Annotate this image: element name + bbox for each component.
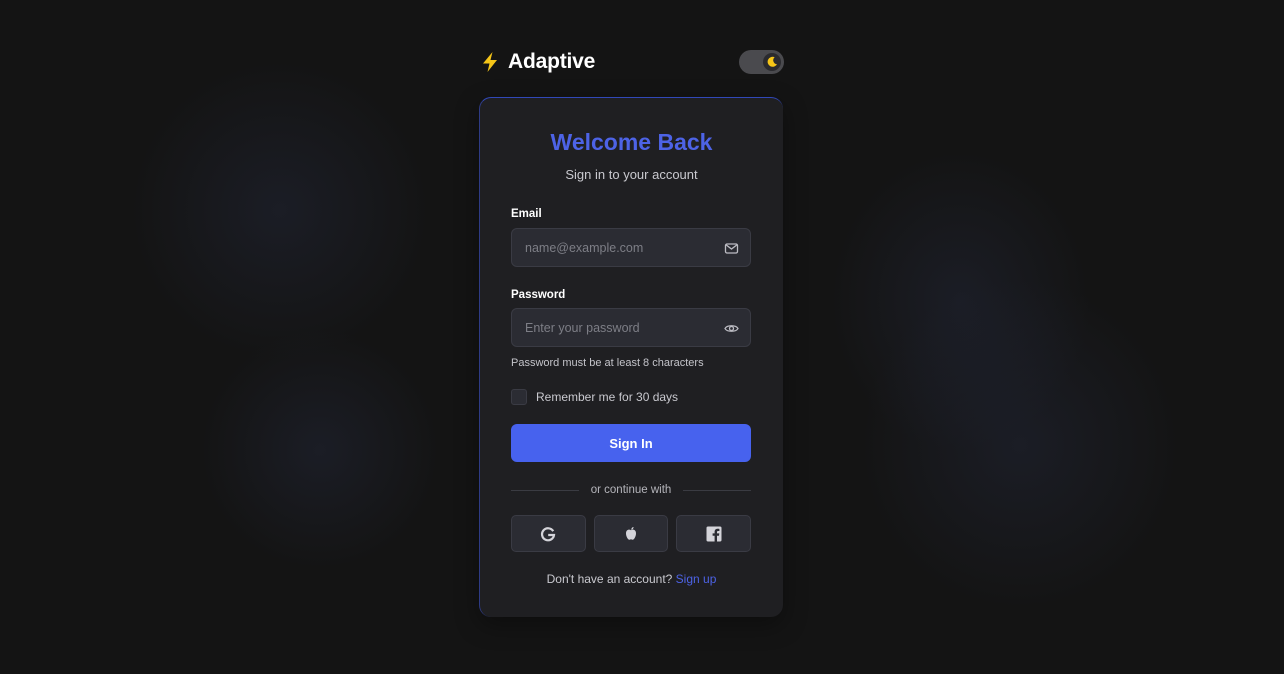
background-glow xyxy=(130,60,430,360)
brand: Adaptive xyxy=(480,50,595,74)
divider-text: or continue with xyxy=(590,484,672,496)
password-field[interactable] xyxy=(512,309,750,346)
page-title: Welcome Back xyxy=(550,129,713,155)
eye-icon[interactable] xyxy=(724,321,739,336)
brand-name: Adaptive xyxy=(508,50,596,73)
background-glow xyxy=(860,280,1180,610)
sign-up-link[interactable]: Sign up xyxy=(676,572,717,586)
password-label: Password xyxy=(511,289,566,301)
mail-icon xyxy=(724,243,739,254)
apple-icon xyxy=(626,527,636,540)
divider-line xyxy=(683,489,752,491)
facebook-login-button[interactable] xyxy=(676,515,752,552)
email-field-wrapper xyxy=(511,228,751,267)
password-hint: Password must be at least 8 characters xyxy=(511,357,704,369)
divider-line xyxy=(511,489,579,491)
theme-toggle-knob xyxy=(763,53,781,71)
login-card: Welcome Back Sign in to your account Ema… xyxy=(479,97,783,617)
google-login-button[interactable] xyxy=(511,515,586,552)
google-icon xyxy=(541,526,556,541)
background-glow xyxy=(200,330,440,570)
moon-icon xyxy=(767,56,777,67)
email-label: Email xyxy=(511,208,542,220)
remember-me[interactable]: Remember me for 30 days xyxy=(511,389,678,405)
theme-toggle[interactable] xyxy=(739,50,784,74)
signup-prompt-text: Don't have an account? xyxy=(546,572,673,586)
apple-login-button[interactable] xyxy=(593,515,669,552)
top-bar: Adaptive xyxy=(480,48,784,76)
email-field[interactable] xyxy=(512,229,750,266)
signup-prompt: Don't have an account? Sign up xyxy=(480,572,783,586)
lightning-bolt-icon xyxy=(483,52,497,72)
remember-checkbox[interactable] xyxy=(511,389,527,405)
remember-label: Remember me for 30 days xyxy=(536,390,679,404)
background-glow xyxy=(830,150,1090,450)
password-field-wrapper xyxy=(511,308,751,347)
divider: or continue with xyxy=(511,482,752,498)
sign-in-button[interactable]: Sign In xyxy=(511,424,751,462)
facebook-icon xyxy=(706,526,722,542)
social-login-buttons xyxy=(511,515,752,552)
page-subtitle: Sign in to your account xyxy=(565,167,698,182)
